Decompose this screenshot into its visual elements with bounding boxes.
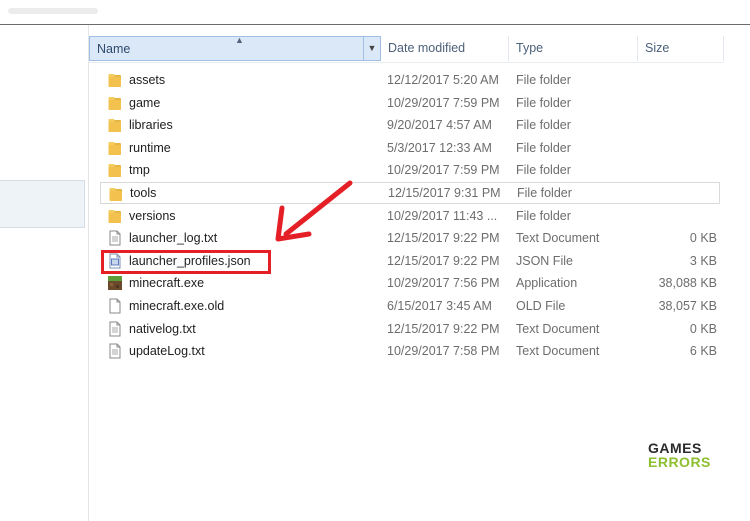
file-row[interactable]: launcher_log.txt 12/15/2017 9:22 PM Text D… [100,227,720,249]
file-name: runtime [129,140,171,155]
watermark-line-1: GAMES [648,440,702,456]
column-header-size[interactable]: Size [638,36,724,61]
file-date-modified: 12/15/2017 9:22 PM [387,231,500,246]
folder-icon [107,72,123,88]
file-size: 38,088 KB [658,276,717,291]
file-type: File folder [516,118,571,133]
file-size: 0 KB [689,321,717,336]
column-header-name[interactable]: ▲ Name ▼ [89,35,381,61]
text-file-icon [107,321,123,337]
file-date-modified: 10/29/2017 7:58 PM [387,344,500,359]
file-row[interactable]: minecraft.exe 10/29/2017 7:56 PM Applicati… [100,272,720,294]
file-row[interactable]: versions 10/29/2017 11:43 ... File folder [100,205,720,227]
file-name: updateLog.txt [129,344,205,359]
blank-file-icon [107,298,123,314]
file-date-modified: 6/15/2017 3:45 AM [387,299,492,313]
column-header-name-label: Name [97,42,131,56]
file-date-modified: 12/15/2017 9:31 PM [388,186,501,200]
file-date-modified: 9/20/2017 4:57 AM [387,118,492,133]
file-date-modified: 10/29/2017 7:59 PM [387,95,500,110]
file-name: tmp [129,163,150,178]
file-type: File folder [516,140,571,155]
file-name: minecraft.exe.old [129,299,225,313]
folder-icon [107,162,123,178]
file-type: Text Document [516,344,600,359]
file-type: File folder [516,163,571,178]
file-name: launcher_log.txt [129,231,218,246]
file-type: File folder [517,186,572,200]
minecraft-app-icon [107,275,123,291]
blurred-address-area [8,8,98,14]
file-row[interactable]: tmp 10/29/2017 7:59 PM File folder [100,159,720,181]
folder-icon [107,208,123,224]
watermark-logo: GAMES ERRORS [648,441,711,469]
file-name: tools [130,186,157,200]
file-type: Application [516,276,578,291]
file-size: 6 KB [689,344,717,359]
file-row[interactable]: minecraft.exe.old 6/15/2017 3:45 AM OLD Fi… [100,295,720,317]
file-name: minecraft.exe [129,276,205,291]
file-row[interactable]: libraries 9/20/2017 4:57 AM File folder [100,114,720,136]
file-date-modified: 12/15/2017 9:22 PM [387,321,500,336]
column-header-date-modified[interactable]: Date modified [381,36,509,61]
text-file-icon [107,230,123,246]
file-type: OLD File [516,299,566,313]
file-type: Text Document [516,231,600,246]
sort-ascending-icon: ▲ [235,35,244,45]
file-name: nativelog.txt [129,321,196,336]
file-type: File folder [516,208,571,223]
column-header-type[interactable]: Type [509,36,638,61]
file-name: libraries [129,118,173,133]
file-size: 0 KB [689,231,717,246]
column-filter-dropdown-icon[interactable]: ▼ [363,37,380,60]
file-row[interactable]: game 10/29/2017 7:59 PM File folder [100,92,720,114]
file-row[interactable]: tools 12/15/2017 9:31 PM File folder [100,182,720,204]
text-file-icon [107,343,123,359]
file-size: 3 KB [689,253,717,268]
nav-pane-selected-item[interactable] [0,180,85,228]
file-type: JSON File [516,253,573,268]
folder-icon [108,186,124,202]
file-type: File folder [516,95,571,110]
navigation-pane[interactable] [0,25,89,521]
file-type: Text Document [516,321,600,336]
file-name: game [129,95,161,110]
header-divider [89,62,724,63]
file-size: 38,057 KB [658,299,717,313]
file-date-modified: 10/29/2017 7:56 PM [387,276,500,291]
file-row[interactable]: assets 12/12/2017 5:20 AM File folder [100,69,720,91]
window-top-bar [0,0,750,25]
column-header-bar: ▲ Name ▼ Date modified Type Size [89,35,750,62]
file-name: assets [129,73,166,87]
file-date-modified: 12/12/2017 5:20 AM [387,73,499,87]
highlight-box [101,250,271,274]
file-date-modified: 12/15/2017 9:22 PM [387,253,500,268]
file-date-modified: 10/29/2017 7:59 PM [387,163,500,178]
folder-icon [107,117,123,133]
file-type: File folder [516,73,571,87]
watermark-line-2: ERRORS [648,454,711,470]
file-row[interactable]: updateLog.txt 10/29/2017 7:58 PM Text Docu… [100,340,720,362]
file-date-modified: 10/29/2017 11:43 ... [387,208,498,223]
folder-icon [107,140,123,156]
file-row[interactable]: runtime 5/3/2017 12:33 AM File folder [100,137,720,159]
file-row[interactable]: nativelog.txt 12/15/2017 9:22 PM Text Docu… [100,318,720,340]
file-name: versions [129,208,176,223]
folder-icon [107,95,123,111]
file-date-modified: 5/3/2017 12:33 AM [387,140,492,155]
